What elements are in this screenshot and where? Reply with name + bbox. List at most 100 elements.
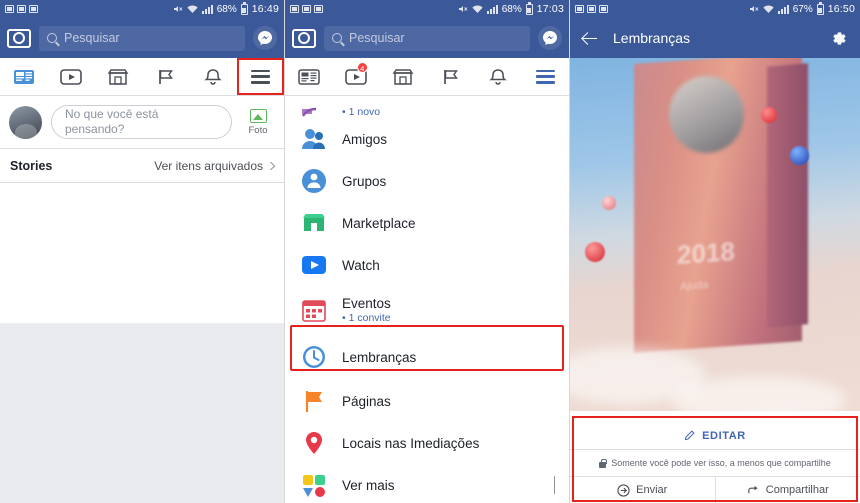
menu-item-label: Locais nas Imediações [342,435,480,451]
back-arrow-icon[interactable] [582,31,597,46]
share-button[interactable]: Compartilhar [714,477,860,503]
menu-item-amigos[interactable]: Amigos [285,118,569,160]
page-title: Lembranças [613,30,691,46]
menu-item-grupos[interactable]: Grupos [285,160,569,202]
screenshot-icon [599,5,608,13]
facebook-header-1: Pesquisar [0,18,284,58]
photo-caption-text: Ajuda [680,279,709,294]
memory-action-bar: EDITAR Somente você pode ver isso, a men… [570,416,860,503]
photo-balloon-red-2 [584,241,605,262]
memory-photo[interactable]: 2018 Ajuda [570,58,860,411]
menu-item-label: Ver mais [342,477,395,493]
screenshot-icon [5,5,14,13]
battery-percent-2: 68% [501,3,522,15]
tab-menu[interactable] [522,58,569,95]
screenshot-icon [17,5,26,13]
menu-item-watch[interactable]: Watch [285,244,569,286]
partial-sub: 1 novo [342,106,381,118]
groups-icon [299,166,329,196]
photo-inner-portrait [668,75,744,154]
menu-item-eventos[interactable]: Eventos 1 convite [285,286,569,334]
menu-item-ver-mais[interactable]: Ver mais [285,464,569,503]
menu-item-label: Lembranças [342,349,417,365]
phone-screen-2: 68% 17:03 Pesquisar 4 • 1 novo Amigos Gr… [284,0,569,503]
send-button[interactable]: Enviar [570,477,715,503]
messenger-icon[interactable] [253,26,277,50]
tab-menu[interactable] [236,58,284,95]
screenshot-root: 68% 16:49 Pesquisar No que você está pen… [0,0,860,503]
status-right-icons: 67% 16:50 [749,1,855,15]
battery-percent-3: 67% [792,3,813,15]
phone-screen-1: 68% 16:49 Pesquisar No que você está pen… [0,0,284,503]
menu-text: Lembranças [342,350,416,365]
partial-icon [299,104,329,118]
status-bar-2: 68% 17:03 [285,0,569,18]
menu-text: Ver mais [342,478,395,493]
menu-item-locais[interactable]: Locais nas Imediações [285,422,569,464]
photo-book-edge [767,63,808,329]
share-buttons-row: Enviar Compartilhar [570,476,860,503]
clock-1: 16:49 [251,3,279,15]
stories-title: Stories [10,158,53,173]
screenshot-icon [290,5,299,13]
pencil-icon [684,430,695,441]
tab-news-feed[interactable] [0,58,47,95]
share-arrow-icon [747,484,760,497]
tab-notifications[interactable] [189,58,236,95]
mute-icon [749,4,759,14]
menu-item-label: Amigos [342,131,388,147]
menu-text: Locais nas Imediações [342,436,479,451]
tab-news-feed[interactable] [285,58,332,95]
battery-icon [240,1,248,15]
tab-marketplace[interactable] [380,58,427,95]
avatar[interactable] [9,105,42,139]
status-left-icons [5,5,38,13]
status-bar-1: 68% 16:49 [0,0,284,18]
menu-item-partial[interactable]: 1 novo [285,96,569,118]
tab-flag[interactable] [142,58,189,95]
tab-flag[interactable] [427,58,474,95]
menu-text: Watch [342,258,380,273]
photo-balloon-pink [601,195,616,210]
stories-area [0,183,284,323]
composer-input[interactable]: No que você está pensando? [51,105,232,139]
lock-icon [599,458,607,468]
wifi-icon [187,5,198,14]
calendar-icon [299,295,329,325]
watch-badge: 4 [356,62,368,73]
camera-icon[interactable] [7,28,31,48]
menu-item-paginas[interactable]: Páginas [285,380,569,422]
gear-icon[interactable] [829,29,848,48]
tab-watch[interactable] [47,58,94,95]
camera-icon[interactable] [292,28,316,48]
view-archived-label: Ver itens arquivados [154,158,263,173]
status-right-icons: 68% 16:49 [173,1,279,15]
clock-2: 17:03 [536,3,564,15]
mute-icon [173,4,183,14]
messenger-icon[interactable] [538,26,562,50]
tab-notifications[interactable] [474,58,521,95]
marketplace-icon [299,208,329,238]
menu-item-label: Páginas [342,393,391,409]
photo-button[interactable]: Foto [241,108,275,136]
menu-text: Eventos 1 convite [342,296,391,324]
tab-marketplace[interactable] [95,58,142,95]
phone-screen-3: 67% 16:50 Lembranças 2018 Ajuda EDITAR S… [569,0,860,503]
location-pin-icon [299,428,329,458]
search-input-2[interactable]: Pesquisar [324,25,530,51]
view-archived-link[interactable]: Ver itens arquivados [154,158,276,173]
menu-item-marketplace[interactable]: Marketplace [285,202,569,244]
menu-item-lembrancas[interactable]: Lembranças [285,334,569,380]
screenshot-icon [587,5,596,13]
hamburger-icon [250,69,270,84]
tab-bar-1 [0,58,284,96]
edit-button[interactable]: EDITAR [570,422,860,450]
battery-percent-1: 68% [216,3,237,15]
battery-icon [525,1,533,15]
share-button-label: Compartilhar [765,484,829,496]
tab-watch[interactable]: 4 [332,58,379,95]
menu-text: Marketplace [342,216,416,231]
search-input-1[interactable]: Pesquisar [39,25,245,51]
screenshot-icon [29,5,38,13]
chevron-down-icon[interactable] [554,476,555,494]
